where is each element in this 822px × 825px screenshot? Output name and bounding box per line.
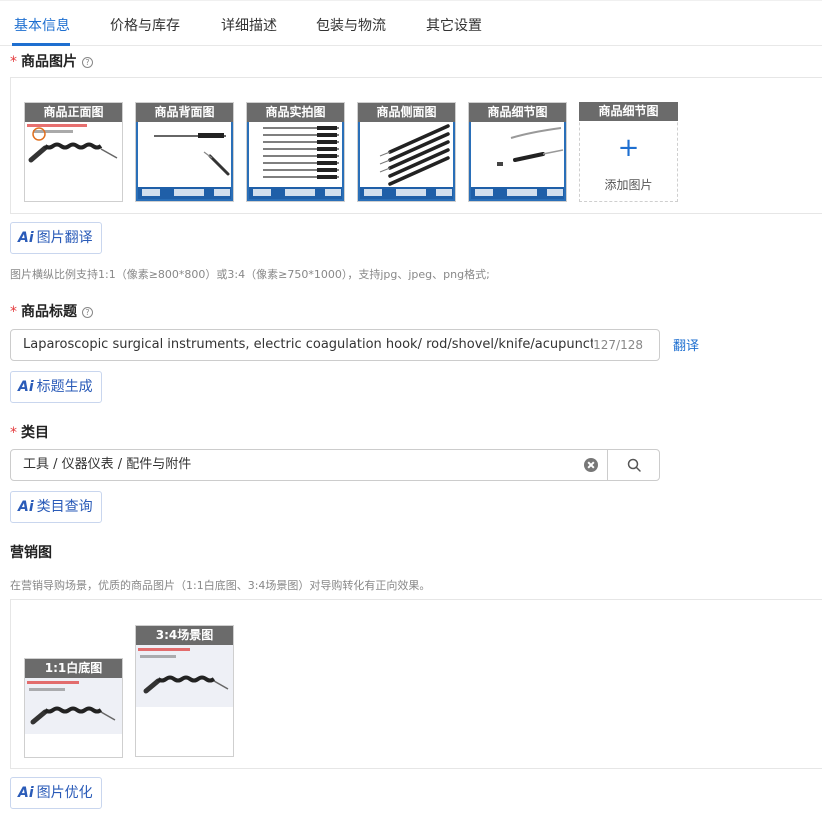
search-icon: [627, 458, 641, 472]
image-real-shot-preview: [247, 122, 344, 201]
image-translate-label: 图片翻译: [36, 230, 93, 246]
marketing-image-square[interactable]: 1:1白底图: [24, 658, 123, 758]
active-tab-indicator: [12, 43, 70, 46]
title-section-label: 商品标题: [21, 304, 77, 320]
image-format-hint: 图片横纵比例支持1:1（像素≥800*800）或3:4（像素≥750*1000）…: [10, 268, 490, 281]
title-generate-button[interactable]: Ai 标题生成: [10, 371, 102, 403]
product-title-field: 127/128: [10, 329, 660, 361]
image-optimize-button[interactable]: Ai 图片优化: [10, 777, 102, 809]
title-char-counter: 127/128: [593, 338, 643, 352]
image-side[interactable]: 商品侧面图: [357, 102, 456, 202]
tab-price-stock[interactable]: 价格与库存: [110, 15, 180, 35]
category-search-button[interactable]: [607, 450, 660, 480]
tab-bar: 基本信息 价格与库存 详细描述 包装与物流 其它设置: [0, 0, 822, 46]
image-front[interactable]: 商品正面图: [24, 102, 123, 202]
product-title-input[interactable]: [23, 330, 593, 360]
category-select[interactable]: 工具 / 仪器仪表 / 配件与附件: [10, 449, 660, 481]
question-circle-icon[interactable]: ?: [82, 57, 93, 68]
tab-other-settings[interactable]: 其它设置: [426, 15, 482, 35]
category-value: 工具 / 仪器仪表 / 配件与附件: [23, 457, 192, 472]
add-image-slot-label: 商品细节图: [579, 102, 678, 121]
image-detail-banner: [471, 187, 564, 199]
images-section-title: * 商品图片?: [10, 51, 93, 71]
marketing-image-scene-label: 3:4场景图: [136, 626, 233, 645]
image-front-preview: [25, 122, 122, 201]
image-back-banner: [138, 187, 231, 199]
image-side-label: 商品侧面图: [358, 103, 455, 122]
category-query-button[interactable]: Ai 类目查询: [10, 491, 102, 523]
images-section-label: 商品图片: [21, 54, 77, 70]
tab-packaging-logistics[interactable]: 包装与物流: [316, 15, 386, 35]
image-real-shot-label: 商品实拍图: [247, 103, 344, 122]
marketing-images-panel: 1:1白底图 3:4场景图: [10, 599, 822, 769]
add-image-slot[interactable]: 商品细节图 + 添加图片: [579, 102, 678, 202]
plus-icon: +: [617, 133, 640, 163]
ai-icon: Ai: [18, 785, 34, 801]
marketing-image-square-label: 1:1白底图: [25, 659, 122, 678]
image-back[interactable]: 商品背面图: [135, 102, 234, 202]
question-circle-icon[interactable]: ?: [82, 307, 93, 318]
marketing-image-scene-preview: [136, 645, 233, 756]
required-mark: *: [10, 54, 17, 70]
image-back-label: 商品背面图: [136, 103, 233, 122]
category-section-title: * 类目: [10, 422, 49, 442]
category-query-label: 类目查询: [36, 499, 93, 515]
image-detail-label: 商品细节图: [469, 103, 566, 122]
image-front-label: 商品正面图: [25, 103, 122, 122]
ai-icon: Ai: [18, 379, 34, 395]
marketing-hint: 在营销导购场景，优质的商品图片（1:1白底图、3:4场景图）对导购转化有正向效果…: [10, 579, 431, 592]
marketing-image-scene[interactable]: 3:4场景图: [135, 625, 234, 757]
image-real-shot[interactable]: 商品实拍图: [246, 102, 345, 202]
tab-description[interactable]: 详细描述: [221, 15, 277, 35]
image-real-shot-banner: [249, 187, 342, 199]
category-section-label: 类目: [21, 425, 49, 441]
image-back-preview: [136, 122, 233, 201]
image-side-banner: [360, 187, 453, 199]
product-images-panel: 商品正面图 商品背面图 商品实拍图 商品侧面图 商品细节图 商品细节图 + 添加…: [10, 77, 822, 214]
required-mark: *: [10, 425, 17, 441]
ai-icon: Ai: [18, 499, 34, 515]
image-translate-button[interactable]: Ai 图片翻译: [10, 222, 102, 254]
marketing-image-square-preview: [25, 678, 122, 757]
required-mark: *: [10, 304, 17, 320]
image-detail[interactable]: 商品细节图: [468, 102, 567, 202]
add-image-text: 添加图片: [604, 178, 653, 192]
title-generate-label: 标题生成: [36, 379, 93, 395]
image-side-preview: [358, 122, 455, 201]
clear-icon[interactable]: [584, 458, 598, 472]
image-optimize-label: 图片优化: [36, 785, 93, 801]
tab-basic-info[interactable]: 基本信息: [14, 15, 70, 35]
marketing-section-title: 营销图: [10, 545, 52, 561]
title-section-title: * 商品标题?: [10, 301, 93, 321]
title-translate-link[interactable]: 翻译: [673, 335, 699, 354]
image-detail-preview: [469, 122, 566, 201]
ai-icon: Ai: [18, 230, 34, 246]
